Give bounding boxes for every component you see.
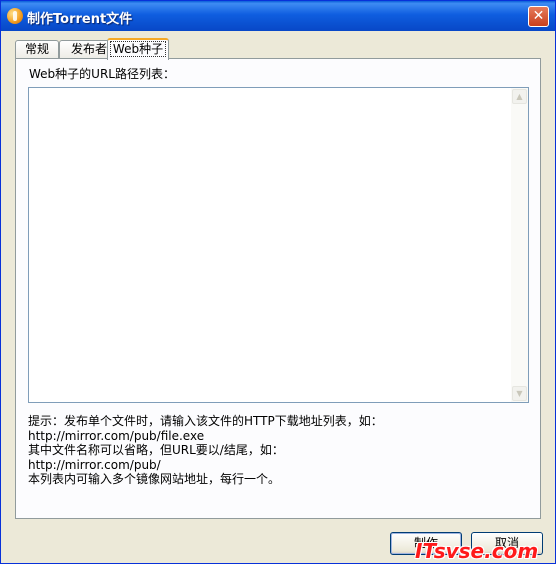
scroll-up-arrow-icon[interactable]: ▲ bbox=[512, 89, 527, 104]
hint-line: http://mirror.com/pub/ bbox=[28, 457, 161, 472]
hint-line: 其中文件名称可以省略，但URL要以/结尾，如： bbox=[28, 443, 284, 457]
scroll-down-arrow-icon[interactable]: ▼ bbox=[512, 386, 527, 401]
title-bar[interactable]: 制作Torrent文件 ✕ bbox=[1, 1, 555, 31]
close-button[interactable]: ✕ bbox=[528, 6, 549, 27]
url-list-label: Web种子的URL路径列表： bbox=[29, 67, 175, 81]
hint-text: 提示：发布单个文件时，请输入该文件的HTTP下载地址列表，如： http://m… bbox=[28, 414, 383, 487]
vertical-scrollbar[interactable]: ▲ ▼ bbox=[511, 88, 528, 402]
utorrent-icon bbox=[7, 8, 23, 24]
url-list-textarea[interactable]: ▲ ▼ bbox=[28, 87, 529, 403]
hint-line: 本列表内可输入多个镜像网站地址，每行一个。 bbox=[28, 472, 281, 486]
hint-line: 提示：发布单个文件时，请输入该文件的HTTP下载地址列表，如： bbox=[28, 414, 383, 428]
close-icon: ✕ bbox=[532, 8, 545, 24]
window-title: 制作Torrent文件 bbox=[27, 12, 133, 27]
tab-web-seed[interactable]: Web种子 bbox=[107, 38, 169, 60]
hint-line: http://mirror.com/pub/file.exe bbox=[28, 428, 205, 443]
tab-web-seed-label: Web种子 bbox=[109, 41, 167, 57]
site-watermark: ITsvse.com bbox=[415, 539, 539, 563]
torrent-dialog: 制作Torrent文件 ✕ 常规 发布者 Web种子 Web种子的URL路径列表… bbox=[0, 0, 556, 564]
tab-general[interactable]: 常规 bbox=[15, 40, 59, 59]
